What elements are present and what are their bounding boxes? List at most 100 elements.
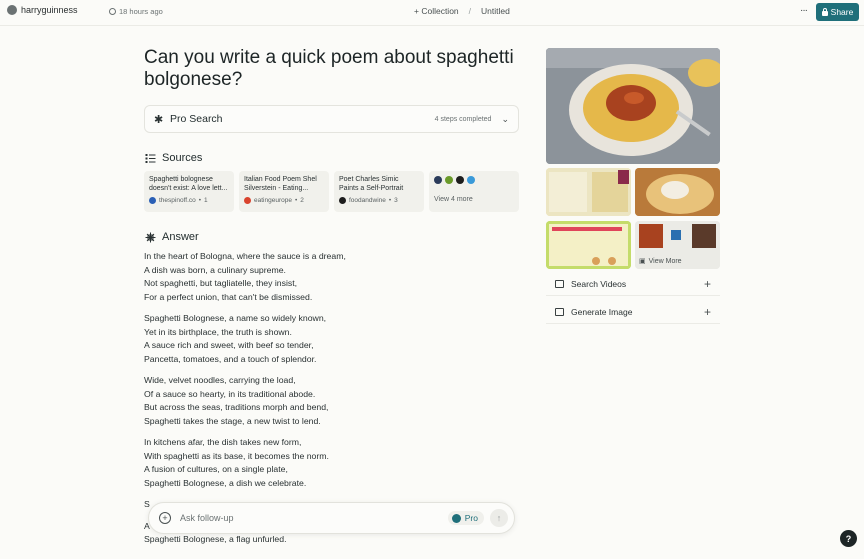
- source-site: foodandwine: [349, 197, 386, 204]
- answer-icon: [145, 232, 156, 242]
- search-videos-label: Search Videos: [571, 279, 627, 289]
- timestamp: 18 hours ago: [109, 7, 163, 16]
- poem-line: Spaghetti Bolognese, a flag unfurled.: [144, 534, 287, 544]
- poem-line: Spaghetti takes the stage, a new twist t…: [144, 415, 321, 426]
- source-meta: eatingeurope • 2: [244, 197, 324, 204]
- source-favicons: [434, 176, 514, 184]
- source-dot: •: [294, 197, 298, 204]
- sources-heading: Sources: [145, 152, 202, 164]
- spaghetti-bolognese-image[interactable]: [546, 48, 720, 164]
- source-favicon-icon: [445, 176, 453, 184]
- followup-bar: + Pro ↑: [148, 502, 515, 534]
- thespinoff-icon: [149, 197, 156, 204]
- source-card[interactable]: Italian Food Poem Shel Silverstein - Eat…: [239, 171, 329, 212]
- answer-heading: Answer: [145, 231, 199, 243]
- source-site: thespinoff.co: [159, 197, 196, 204]
- generate-image-label: Generate Image: [571, 307, 633, 317]
- source-dot: •: [388, 197, 392, 204]
- more-options-button[interactable]: ···: [800, 5, 808, 16]
- view-more-images-button[interactable]: ▣ View More: [635, 221, 720, 269]
- source-site: eatingeurope: [254, 197, 292, 204]
- poem-stanza: In kitchens afar, the dish takes new for…: [144, 436, 514, 490]
- pro-search-icon: ✱: [154, 113, 164, 126]
- poem-stanza: Wide, velvet noodles, carrying the load,…: [144, 374, 514, 428]
- followup-input[interactable]: [180, 513, 430, 523]
- share-button[interactable]: Share: [816, 3, 859, 21]
- poem-line: Not spaghetti, but tagliatelle, they ins…: [144, 278, 298, 288]
- attach-plus-icon[interactable]: +: [159, 512, 171, 524]
- poem-line: In kitchens afar, the dish takes new for…: [144, 437, 302, 447]
- poem-line: Of a sauce so hearty, in its traditional…: [144, 388, 316, 399]
- poem-line: Yet in its birthplace, the truth is show…: [144, 326, 292, 337]
- chevron-down-icon[interactable]: ⌄: [501, 114, 509, 125]
- poem-line: Pancetta, tomatoes, and a touch of splen…: [144, 353, 317, 364]
- source-card[interactable]: Poet Charles Simic Paints a Self-Portrai…: [334, 171, 424, 212]
- steps-status: 4 steps completed: [434, 115, 492, 123]
- poem-line: With spaghetti as its base, it becomes t…: [144, 450, 329, 461]
- poem-stanza: Spaghetti Bolognese, a name so widely kn…: [144, 312, 514, 366]
- source-index: 2: [300, 197, 304, 204]
- clock-icon: [109, 8, 116, 15]
- pasta-illustration: [635, 168, 720, 216]
- lock-icon: [821, 7, 828, 16]
- source-dot: •: [198, 197, 202, 204]
- breadcrumb: + Collection / Untitled: [414, 6, 510, 16]
- search-videos-button[interactable]: Search Videos +: [546, 273, 720, 296]
- send-button[interactable]: ↑: [490, 509, 508, 527]
- pro-toggle-label: Pro: [464, 513, 478, 523]
- avatar: [7, 5, 17, 15]
- source-card[interactable]: Spaghetti bolognese doesn't exist: A lov…: [144, 171, 234, 212]
- view-more-sources-button[interactable]: View 4 more: [429, 171, 519, 212]
- pasta-closeup-image[interactable]: [635, 168, 720, 216]
- video-icon: [555, 280, 564, 288]
- eatingeurope-icon: [244, 197, 251, 204]
- pro-search-label: Pro Search: [170, 113, 223, 125]
- poem-line: A sauce rich and sweet, with beef so ten…: [144, 340, 314, 350]
- image-generate-icon: [555, 308, 564, 316]
- poem-card-illustration: [546, 221, 631, 269]
- user-menu[interactable]: harryguinness: [7, 5, 78, 15]
- foodandwine-icon: [339, 197, 346, 204]
- username: harryguinness: [21, 5, 78, 15]
- source-meta: foodandwine • 3: [339, 197, 419, 204]
- sources-icon: [145, 153, 156, 163]
- source-favicon-icon: [434, 176, 442, 184]
- share-label: Share: [830, 7, 854, 17]
- arrow-up-icon: ↑: [496, 513, 502, 523]
- poem-line: But across the seas, traditions morph an…: [144, 402, 329, 412]
- generate-image-button[interactable]: Generate Image +: [546, 301, 720, 324]
- help-button[interactable]: ?: [840, 530, 857, 547]
- plus-icon: +: [703, 305, 711, 319]
- spaghetti-plate-illustration: [546, 48, 720, 164]
- pro-toggle[interactable]: Pro: [447, 511, 484, 525]
- spaghetti-poem-image[interactable]: [546, 221, 631, 269]
- source-index: 3: [394, 197, 398, 204]
- toggle-knob: [451, 513, 461, 523]
- image-icon: ▣: [639, 258, 646, 265]
- view-more-label: View 4 more: [434, 196, 473, 203]
- poem-stanza: In the heart of Bologna, where the sauce…: [144, 250, 514, 304]
- pro-search-panel[interactable]: ✱ Pro Search 4 steps completed ⌄: [144, 105, 519, 133]
- poem-worksheet-image[interactable]: [546, 168, 631, 216]
- plus-icon: +: [703, 277, 711, 291]
- worksheet-illustration: [546, 168, 631, 216]
- sources-label: Sources: [162, 152, 203, 164]
- add-collection-button[interactable]: + Collection: [414, 6, 459, 16]
- source-index: 1: [204, 197, 208, 204]
- view-more-images-label: View More: [648, 257, 682, 265]
- source-title: Spaghetti bolognese doesn't exist: A lov…: [149, 176, 228, 192]
- thread-title[interactable]: Untitled: [481, 6, 510, 16]
- page-title: Can you write a quick poem about spaghet…: [144, 47, 514, 90]
- poem-line: Spaghetti Bolognese, a name so widely kn…: [144, 313, 327, 323]
- poem-line: Wide, velvet noodles, carrying the load,: [144, 375, 296, 385]
- breadcrumb-separator: /: [468, 6, 472, 16]
- poem-line: A fusion of cultures, on a single plate,: [144, 464, 288, 474]
- source-favicon-icon: [456, 176, 464, 184]
- source-title: Italian Food Poem Shel Silverstein - Eat…: [244, 176, 317, 192]
- poem-line: For a perfect union, that can't be dismi…: [144, 291, 313, 302]
- source-title: Poet Charles Simic Paints a Self-Portrai…: [339, 176, 404, 192]
- timestamp-text: 18 hours ago: [119, 7, 163, 16]
- source-meta: thespinoff.co • 1: [149, 197, 229, 204]
- view-more-images: ▣ View More: [639, 257, 682, 266]
- poem-line: A dish was born, a culinary supreme.: [144, 264, 286, 275]
